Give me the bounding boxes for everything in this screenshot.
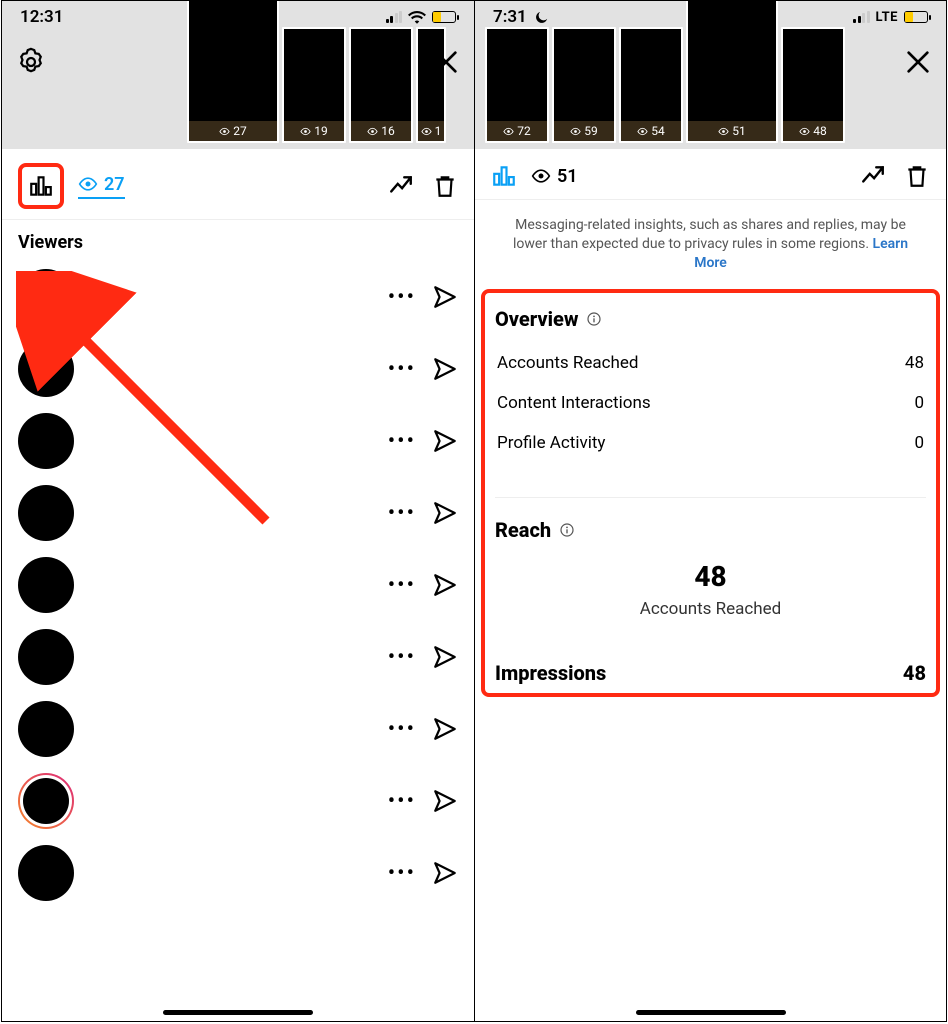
viewers-tab-button[interactable]: 27 (78, 174, 125, 199)
viewer-row[interactable]: ••• (2, 405, 474, 477)
more-icon[interactable]: ••• (388, 501, 416, 526)
more-icon[interactable]: ••• (388, 429, 416, 454)
overview-value: 0 (914, 433, 924, 453)
avatar[interactable] (18, 773, 74, 829)
avatar[interactable] (18, 485, 74, 541)
viewer-row[interactable]: ••• (2, 261, 474, 333)
avatar[interactable] (18, 269, 74, 325)
close-icon[interactable] (432, 48, 460, 76)
impressions-value: 48 (903, 661, 926, 685)
impressions-label: Impressions (495, 661, 606, 685)
status-bar: 7:31 LTE (475, 1, 946, 33)
avatar[interactable] (18, 413, 74, 469)
trash-icon[interactable] (904, 163, 930, 189)
overview-value: 0 (914, 393, 924, 413)
reach-value: 48 (495, 560, 926, 593)
overview-row: Content Interactions 0 (495, 383, 926, 423)
send-icon[interactable] (432, 644, 458, 670)
viewers-heading: Viewers (2, 220, 474, 261)
send-icon[interactable] (432, 572, 458, 598)
info-icon[interactable] (586, 311, 602, 327)
close-icon[interactable] (904, 48, 932, 76)
viewers-list[interactable]: ••• ••• ••• ••• (2, 261, 474, 1021)
viewers-tab-button[interactable]: 51 (531, 166, 578, 187)
battery-icon (904, 11, 928, 23)
cellular-icon (386, 11, 403, 23)
send-icon[interactable] (432, 356, 458, 382)
send-icon[interactable] (432, 500, 458, 526)
viewer-row[interactable]: ••• (2, 621, 474, 693)
avatar[interactable] (18, 629, 74, 685)
more-icon[interactable]: ••• (388, 357, 416, 382)
overview-label: Profile Activity (497, 433, 605, 453)
overview-row: Accounts Reached 48 (495, 343, 926, 383)
moon-icon (533, 9, 550, 26)
send-icon[interactable] (432, 428, 458, 454)
viewer-row[interactable]: ••• (2, 837, 474, 909)
send-icon[interactable] (432, 716, 458, 742)
send-icon[interactable] (432, 788, 458, 814)
battery-icon (432, 11, 456, 23)
overview-label: Content Interactions (497, 393, 651, 413)
home-indicator (636, 1010, 786, 1015)
more-icon[interactable]: ••• (388, 645, 416, 670)
story-carousel-area: 12:31 27 (2, 1, 474, 149)
insights-icon[interactable] (388, 173, 414, 199)
viewer-row[interactable]: ••• (2, 333, 474, 405)
home-indicator (163, 1010, 313, 1015)
avatar[interactable] (18, 341, 74, 397)
insights-tab-button[interactable] (491, 163, 517, 189)
more-icon[interactable]: ••• (388, 717, 416, 742)
phone-left: 12:31 27 (2, 1, 474, 1021)
clock: 12:31 (20, 7, 63, 27)
avatar[interactable] (18, 845, 74, 901)
gear-icon[interactable] (16, 47, 46, 77)
avatar[interactable] (18, 701, 74, 757)
insights-note: Messaging-related insights, such as shar… (475, 200, 946, 283)
viewer-row[interactable]: ••• (2, 765, 474, 837)
wifi-icon (408, 10, 426, 24)
reach-heading: Reach (495, 518, 926, 542)
phone-right: 7:31 LTE 7259545148 (474, 1, 946, 1021)
screen-header (2, 33, 474, 83)
avatar[interactable] (18, 557, 74, 613)
screen-header (475, 33, 946, 83)
insights-tab-button[interactable] (18, 163, 64, 209)
send-icon[interactable] (432, 860, 458, 886)
viewer-row[interactable]: ••• (2, 477, 474, 549)
more-icon[interactable]: ••• (388, 285, 416, 310)
cellular-icon (853, 11, 870, 23)
overview-label: Accounts Reached (497, 353, 639, 373)
gear-icon[interactable] (489, 47, 519, 77)
more-icon[interactable]: ••• (388, 789, 416, 814)
insights-icon[interactable] (860, 163, 886, 189)
clock: 7:31 (493, 7, 527, 27)
overview-heading: Overview (495, 307, 926, 331)
insights-toolbar: 51 (475, 149, 946, 200)
overview-panel: Overview Accounts Reached 48 Content Inter… (481, 289, 940, 697)
overview-row: Profile Activity 0 (495, 423, 926, 463)
status-bar: 12:31 (2, 1, 474, 33)
overview-value: 48 (905, 353, 924, 373)
info-icon[interactable] (559, 522, 575, 538)
trash-icon[interactable] (432, 173, 458, 199)
send-icon[interactable] (432, 284, 458, 310)
viewer-row[interactable]: ••• (2, 549, 474, 621)
more-icon[interactable]: ••• (388, 861, 416, 886)
story-carousel-area: 7:31 LTE 7259545148 (475, 1, 946, 149)
network-label: LTE (876, 10, 898, 25)
reach-subtitle: Accounts Reached (495, 599, 926, 619)
viewer-row[interactable]: ••• (2, 693, 474, 765)
impressions-row: Impressions 48 (495, 661, 926, 685)
more-icon[interactable]: ••• (388, 573, 416, 598)
insights-toolbar: 27 (2, 149, 474, 220)
